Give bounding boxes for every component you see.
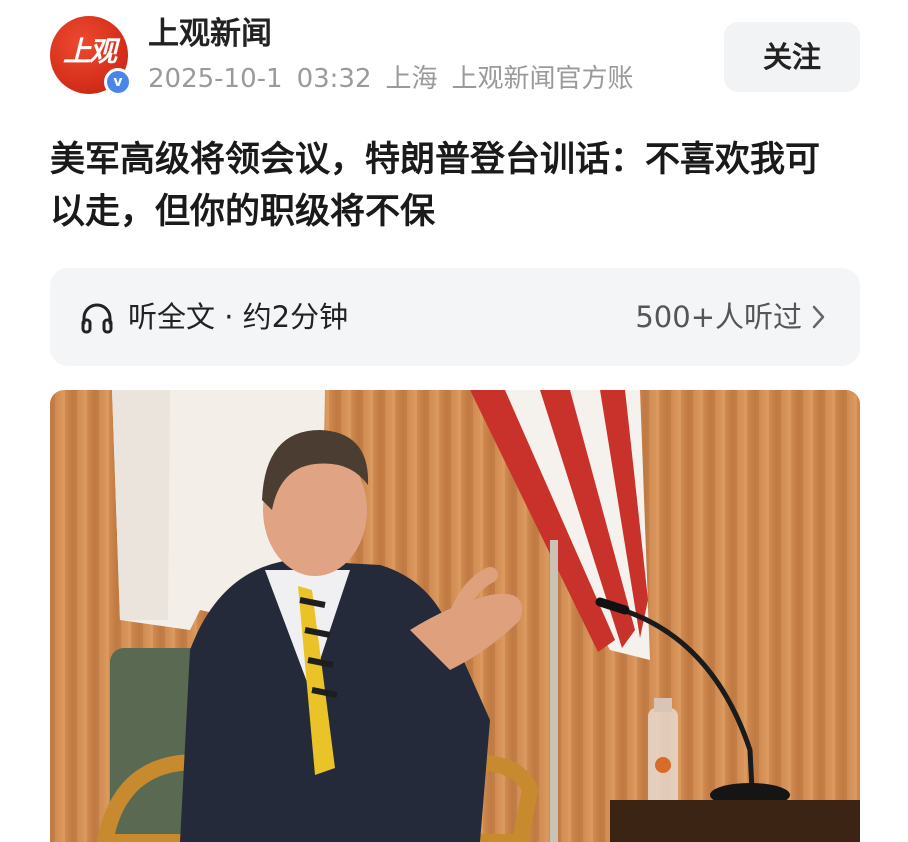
post-location: 上海	[385, 64, 438, 94]
meta-fade	[640, 62, 700, 96]
post-time: 03:32	[296, 64, 372, 94]
account-name[interactable]: 上观新闻	[148, 14, 272, 54]
listen-full-text-bar[interactable]: 听全文 · 约2分钟 500+人听过	[50, 268, 860, 366]
post-meta: 2025-10-1 03:32 上海 上观新闻官方账	[148, 62, 688, 96]
headphone-icon	[81, 303, 113, 334]
post-date: 2025-10-1	[148, 64, 283, 94]
flag-pole	[550, 540, 558, 842]
chevron-right-icon	[812, 305, 825, 329]
hero-photo	[50, 390, 860, 842]
article-hero-image[interactable]	[50, 390, 860, 842]
listen-count: 500+人听过	[635, 300, 802, 334]
follow-button[interactable]: 关注	[724, 22, 860, 92]
article-title: 美军高级将领会议，特朗普登台训话：不喜欢我可以走，但你的职级将不保	[50, 140, 821, 232]
verified-icon: v	[104, 68, 132, 96]
account-logo: 上观	[62, 35, 117, 68]
account-description: 上观新闻官方账	[451, 64, 634, 94]
avatar[interactable]: 上观 v	[50, 16, 132, 96]
water-bottle	[648, 698, 678, 808]
table	[610, 800, 860, 842]
listen-label: 听全文 · 约2分钟	[128, 300, 349, 334]
article-header: 上观 v 上观新闻 2025-10-1 03:32 上海 上观新闻官方账 关注	[0, 0, 908, 110]
